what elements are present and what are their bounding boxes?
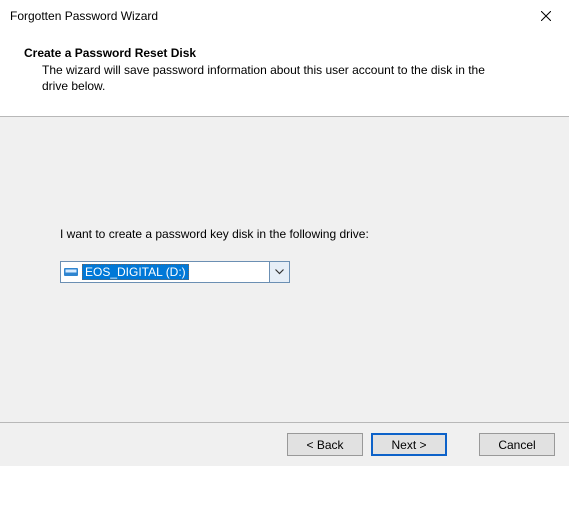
page-description: The wizard will save password informatio… bbox=[24, 62, 514, 94]
drive-select-text: EOS_DIGITAL (D:) bbox=[82, 264, 189, 280]
close-icon bbox=[541, 8, 551, 24]
wizard-footer: < Back Next > Cancel bbox=[0, 422, 569, 466]
wizard-header: Create a Password Reset Disk The wizard … bbox=[0, 32, 569, 117]
drive-prompt-label: I want to create a password key disk in … bbox=[60, 227, 369, 241]
next-button[interactable]: Next > bbox=[371, 433, 447, 456]
cancel-button[interactable]: Cancel bbox=[479, 433, 555, 456]
window-title: Forgotten Password Wizard bbox=[10, 9, 158, 23]
close-button[interactable] bbox=[523, 0, 569, 32]
drive-select-value: EOS_DIGITAL (D:) bbox=[61, 262, 269, 282]
titlebar: Forgotten Password Wizard bbox=[0, 0, 569, 32]
drive-select[interactable]: EOS_DIGITAL (D:) bbox=[60, 261, 290, 283]
page-title: Create a Password Reset Disk bbox=[24, 46, 545, 60]
chevron-down-icon[interactable] bbox=[269, 262, 289, 282]
wizard-body: I want to create a password key disk in … bbox=[0, 117, 569, 422]
back-button[interactable]: < Back bbox=[287, 433, 363, 456]
drive-icon bbox=[64, 266, 78, 278]
